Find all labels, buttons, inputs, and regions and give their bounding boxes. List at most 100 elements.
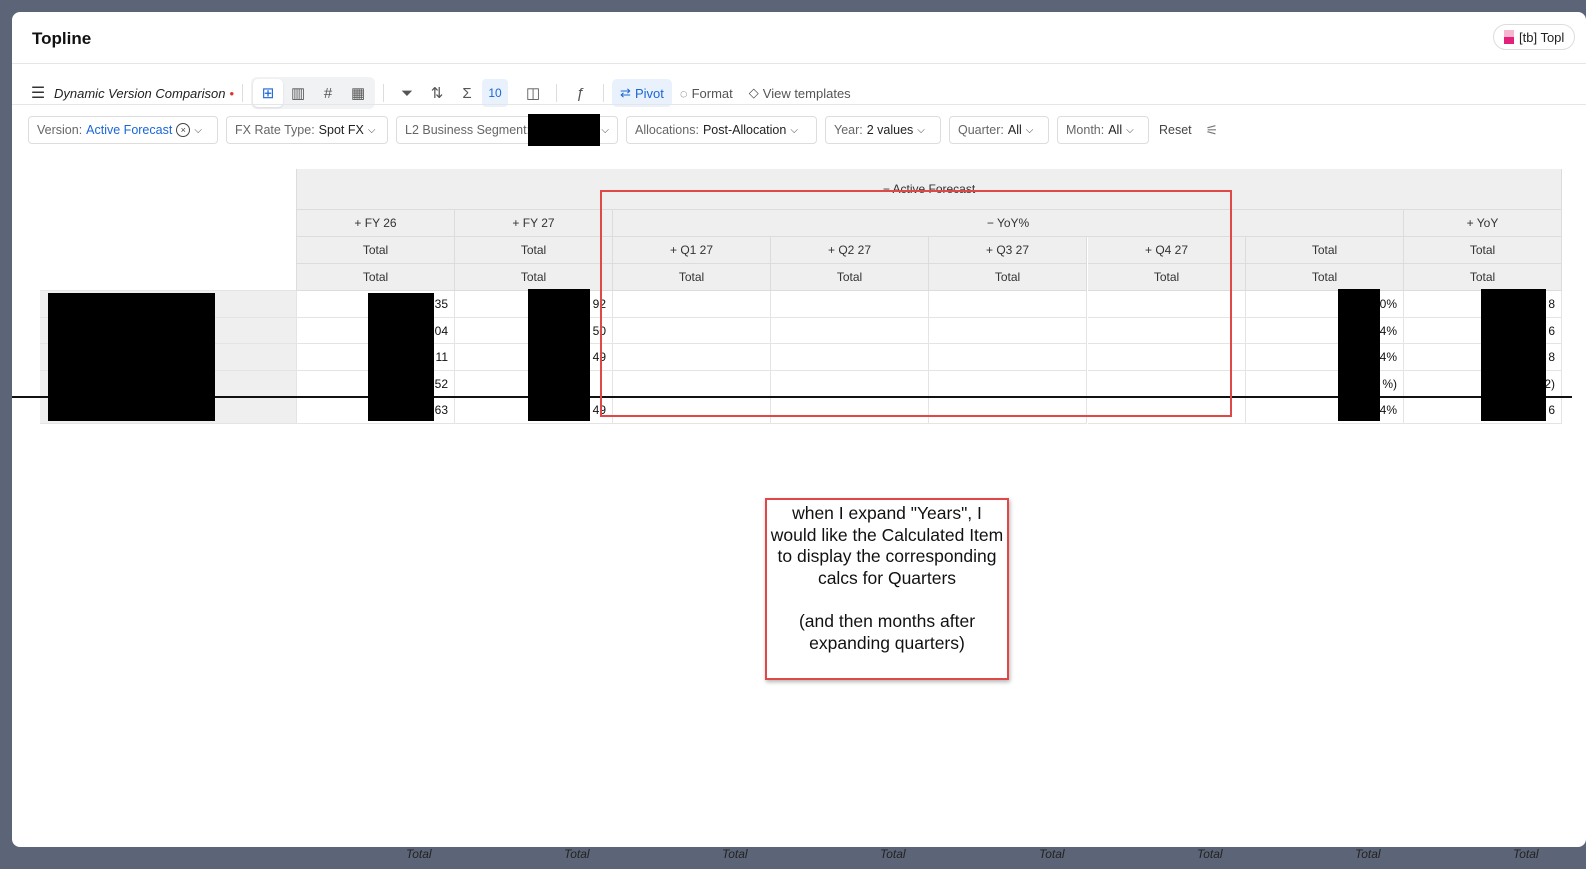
divider: [242, 84, 244, 102]
calculator-view-icon[interactable]: ▦: [343, 79, 373, 107]
hamburger-menu-icon[interactable]: ☰: [30, 79, 46, 107]
pivot-label: Pivot: [634, 85, 664, 101]
column-header-total[interactable]: Total: [1246, 237, 1404, 264]
column-header-total[interactable]: Total: [297, 264, 455, 291]
table-cell: 4%: [1246, 318, 1404, 344]
view-templates-button[interactable]: ◇ View templates: [741, 79, 859, 107]
divider: [383, 84, 385, 102]
view-name[interactable]: Dynamic Version Comparison: [54, 86, 225, 101]
function-icon[interactable]: ƒ: [565, 79, 595, 107]
column-header-total[interactable]: Total: [297, 237, 455, 264]
column-header-total[interactable]: Total: [1246, 264, 1404, 291]
filter-l2-business-segment[interactable]: L2 Business Segment: ⌵: [396, 114, 618, 146]
redaction: [48, 293, 215, 421]
reset-button[interactable]: Reset: [1159, 123, 1192, 137]
column-header-total[interactable]: Total: [1404, 237, 1562, 264]
table-view-icon[interactable]: ⊞: [253, 79, 284, 107]
filter-value: Post-Allocation: [702, 123, 787, 137]
view-templates-label: View templates: [762, 85, 851, 101]
chevron-down-icon: ⌵: [601, 124, 609, 136]
chart-view-icon[interactable]: ▥: [283, 79, 313, 107]
divider: [12, 104, 1586, 105]
filter-allocations[interactable]: Allocations: Post-Allocation ⌵: [626, 116, 817, 144]
filter-value: Spot FX: [318, 123, 364, 137]
filter-label: Month:: [1066, 123, 1105, 137]
divider: [12, 63, 1586, 64]
sigma-icon[interactable]: Σ: [452, 79, 482, 107]
filter-label: L2 Business Segment:: [405, 123, 531, 137]
pivot-button[interactable]: ⇄ Pivot: [612, 79, 672, 107]
filter-version[interactable]: Version: Active Forecast × ⌵: [28, 116, 218, 144]
palette-icon: ◌: [679, 85, 688, 101]
redaction: [528, 114, 600, 146]
chevron-down-icon: ⌵: [917, 124, 925, 136]
divider: [556, 84, 558, 102]
chevron-down-icon: ⌵: [790, 124, 798, 136]
sort-icon[interactable]: ⇅: [422, 79, 452, 107]
page-title: Topline: [32, 29, 92, 48]
background-total-label: Total: [406, 847, 432, 861]
badge-label: [tb] Topl: [1519, 29, 1565, 45]
table-cell: 0%: [1246, 291, 1404, 318]
redaction: [368, 293, 434, 421]
filter-year[interactable]: Year: 2 values ⌵: [825, 116, 941, 144]
background-total-label: Total: [1513, 847, 1539, 861]
number-view-icon[interactable]: #: [313, 79, 343, 107]
filter-label: Version:: [37, 123, 83, 137]
highlight-box: [600, 190, 1232, 417]
background-total-label: Total: [1197, 847, 1223, 861]
format-label: Format: [691, 85, 733, 101]
modal-window: Topline [tb] Topl ☰ Dynamic Version Comp…: [12, 12, 1586, 847]
column-header-fy27[interactable]: + FY 27: [455, 210, 613, 237]
divider: [603, 84, 605, 102]
filter-fx-rate-type[interactable]: FX Rate Type: Spot FX ⌵: [226, 116, 388, 144]
shapes-icon: ◇: [748, 85, 759, 100]
chevron-down-icon: ⌵: [194, 124, 202, 136]
filter-label: Quarter:: [958, 123, 1004, 137]
filter-value: 2 values: [866, 123, 914, 137]
filter-label: FX Rate Type:: [235, 123, 315, 137]
clear-icon[interactable]: ×: [176, 123, 191, 137]
background-total-label: Total: [564, 847, 590, 861]
annotation-callout: when I expand "Years", I would like the …: [765, 498, 1009, 680]
filter-value: All: [1007, 123, 1022, 137]
chevron-down-icon: ⌵: [1126, 124, 1134, 136]
annotation-text: when I expand "Years", I would like the …: [770, 503, 1004, 589]
filter-value: Active Forecast: [86, 123, 173, 137]
sum-count[interactable]: 10: [482, 79, 509, 107]
background-total-label: Total: [880, 847, 906, 861]
column-header-yoy[interactable]: + YoY: [1404, 210, 1562, 237]
filter-label: Allocations:: [635, 123, 699, 137]
chevron-down-icon: ⌵: [1025, 124, 1034, 136]
column-header-total[interactable]: Total: [455, 237, 613, 264]
redaction: [528, 289, 590, 421]
format-button[interactable]: ◌ Format: [672, 79, 741, 107]
table-cell: %): [1246, 371, 1404, 397]
background-total-label: Total: [1355, 847, 1381, 861]
corner-cell: [40, 169, 297, 291]
layout-icon[interactable]: ◫: [518, 79, 548, 107]
column-header-total[interactable]: Total: [455, 264, 613, 291]
chevron-down-icon: ⌵: [367, 124, 376, 136]
filter-value: All: [1108, 123, 1123, 137]
column-header-total[interactable]: Total: [1404, 264, 1562, 291]
table-cell: 4%: [1246, 397, 1404, 424]
toolbar: ☰ Dynamic Version Comparison • ⊞ ▥ # ▦ ⏷…: [30, 74, 859, 112]
annotation-text: (and then months after expanding quarter…: [798, 610, 976, 653]
workbook-logo-icon: [1504, 30, 1514, 44]
background-total-label: Total: [722, 847, 748, 861]
column-header-fy26[interactable]: + FY 26: [297, 210, 455, 237]
filter-quarter[interactable]: Quarter: All ⌵: [949, 116, 1049, 144]
settings-sliders-icon[interactable]: ⚟: [1206, 122, 1219, 139]
redaction: [1338, 289, 1380, 421]
redaction: [1481, 289, 1546, 421]
filter-label: Year:: [834, 123, 863, 137]
unsaved-indicator: •: [229, 85, 235, 101]
table-cell: 4%: [1246, 344, 1404, 371]
filter-icon[interactable]: ⏷: [392, 79, 422, 107]
filter-month[interactable]: Month: All ⌵: [1057, 116, 1149, 144]
workbook-badge[interactable]: [tb] Topl: [1493, 24, 1576, 50]
pivot-icon: ⇄: [620, 85, 631, 100]
background-total-label: Total: [1039, 847, 1065, 861]
filter-bar: Version: Active Forecast × ⌵ FX Rate Type: S…: [28, 114, 1219, 146]
